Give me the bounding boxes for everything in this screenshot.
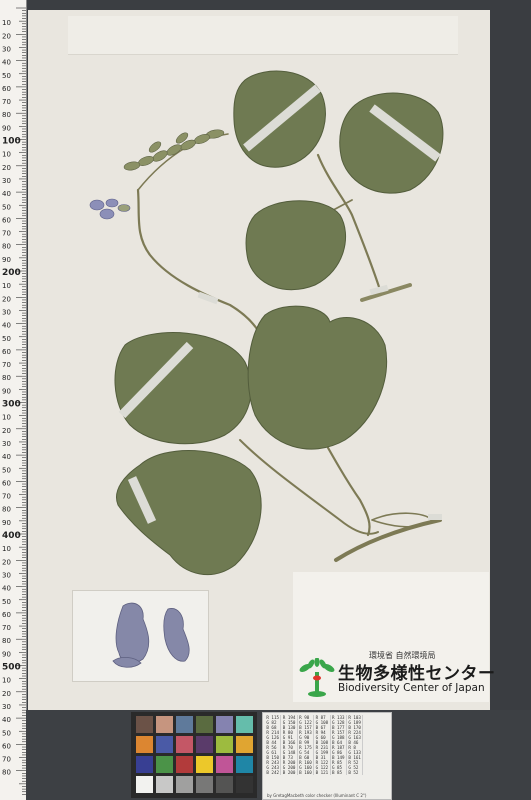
ruler-label: 50 <box>2 729 11 737</box>
middle-leaflet-right <box>247 305 388 450</box>
color-patch <box>156 756 173 773</box>
upper-leaflet-bottom <box>245 200 347 291</box>
color-patch <box>136 776 153 793</box>
tape-strip <box>428 514 442 520</box>
color-patch <box>236 736 253 753</box>
color-patch <box>176 756 193 773</box>
lower-leaflet <box>116 450 262 576</box>
color-checker <box>131 712 257 798</box>
color-patch <box>156 736 173 753</box>
color-patch <box>196 716 213 733</box>
color-patch <box>196 736 213 753</box>
flower <box>89 198 131 220</box>
color-patch <box>136 716 153 733</box>
logo-title-en: Biodiversity Center of Japan <box>338 682 485 694</box>
ruler-label: 80 <box>2 769 11 777</box>
values-cell: B 200 <box>280 770 298 775</box>
biodiversity-logo-icon <box>299 658 335 697</box>
color-patch <box>196 776 213 793</box>
tape-strip <box>197 291 219 305</box>
color-patch <box>156 716 173 733</box>
seed-packet <box>72 590 209 682</box>
values-cell: B 52 <box>346 770 364 775</box>
color-patch <box>236 716 253 733</box>
tendril <box>371 512 434 528</box>
values-row: B 242 B 200 B 160 B 121 B 85 B 52 <box>265 770 364 775</box>
institution-label: 環境省 自然環境局 生物多様性センター Biodiversity Center … <box>293 572 495 702</box>
values-cell: B 160 <box>297 770 315 775</box>
color-values-table: R 115 R 194 R 98 R 87 R 133 R 103 G 82 G 150 G 1… <box>265 715 364 775</box>
color-patch <box>196 756 213 773</box>
middle-leaflet-left <box>114 332 252 445</box>
color-checker-grid <box>136 716 253 793</box>
color-patch <box>176 736 193 753</box>
inflorescence <box>123 129 225 171</box>
ruler-label: 60 <box>2 742 11 750</box>
color-patch <box>156 776 173 793</box>
color-patch <box>176 716 193 733</box>
color-patch <box>136 736 153 753</box>
upper-leaflet-right <box>339 92 444 194</box>
ruler-label: 70 <box>2 756 11 764</box>
color-patch <box>236 756 253 773</box>
color-patch <box>216 716 233 733</box>
ruler-label: 40 <box>2 716 11 724</box>
logo-title-jp: 生物多様性センター <box>338 664 496 684</box>
flower-fragments-image <box>112 602 190 668</box>
color-patch <box>216 736 233 753</box>
lower-stem <box>334 518 442 562</box>
values-cell: B 85 <box>330 770 347 775</box>
lower-branch <box>239 439 379 535</box>
color-patch <box>216 776 233 793</box>
card-caption: by GretagMacbeth color checker (Illumina… <box>267 793 367 798</box>
values-cell: B 121 <box>313 770 331 775</box>
values-cell: B 242 <box>265 770 282 775</box>
upper-leaflet-left <box>233 70 326 168</box>
color-patch <box>236 776 253 793</box>
color-values-card: R 115 R 194 R 98 R 87 R 133 R 103 G 82 G 150 G 1… <box>262 712 392 800</box>
color-patch <box>136 756 153 773</box>
color-patch <box>176 776 193 793</box>
color-patch <box>216 756 233 773</box>
